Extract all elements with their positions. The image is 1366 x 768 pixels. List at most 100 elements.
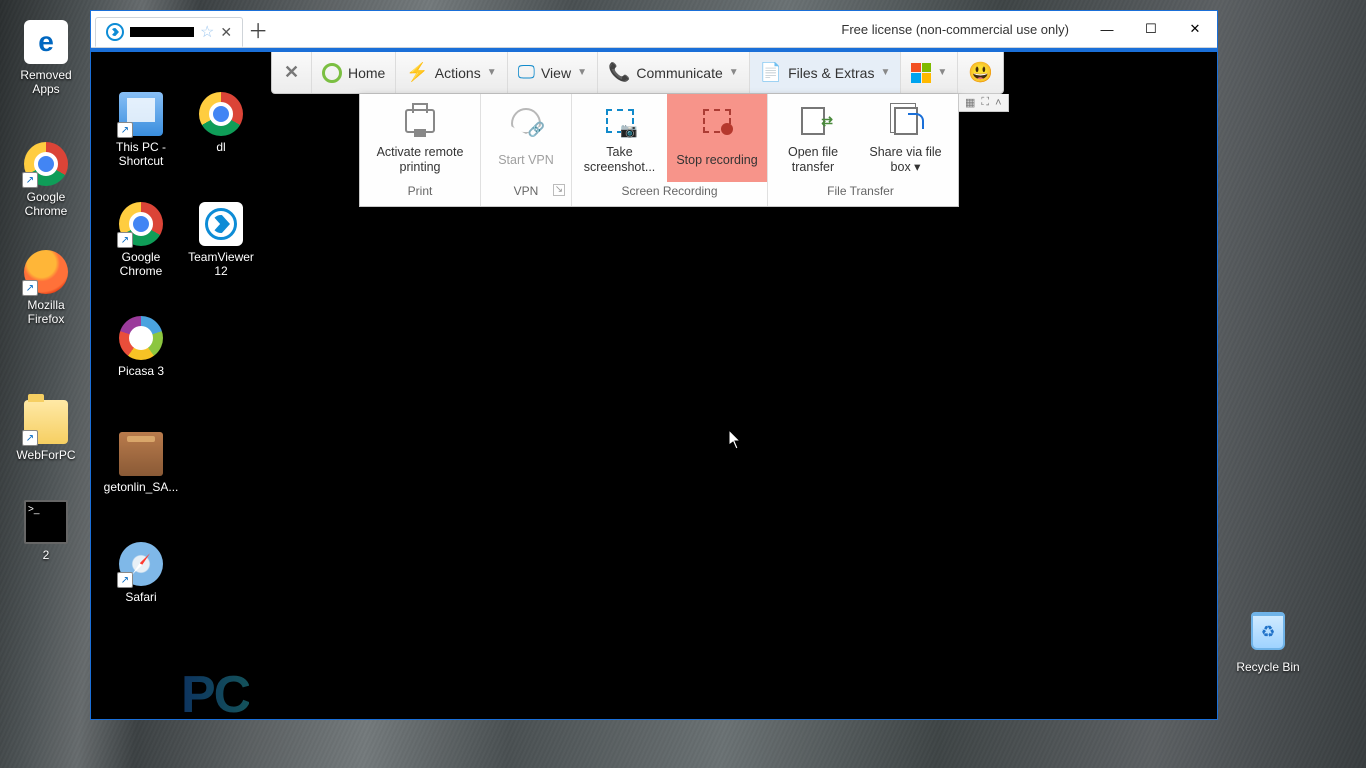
desktop-icon-firefox[interactable]: ↗ Mozilla Firefox xyxy=(8,250,84,326)
edge-icon: e xyxy=(24,20,68,64)
pin-icon[interactable]: ☆ xyxy=(200,22,214,42)
printer-icon xyxy=(405,109,435,133)
windows-icon xyxy=(911,63,931,83)
icon-label: Recycle Bin xyxy=(1230,660,1306,674)
remote-icon-this-pc[interactable]: ↗ This PC - Shortcut xyxy=(101,92,181,168)
remote-icon-getonlin[interactable]: getonlin_SA... xyxy=(101,432,181,494)
remote-icon-safari[interactable]: ↗ Safari xyxy=(101,542,181,604)
phone-icon: 📞 xyxy=(608,62,630,83)
teamviewer-window: ☆ ✕ ＋ Free license (non-commercial use o… xyxy=(90,10,1218,720)
toolbar-label: View xyxy=(541,65,571,81)
view-mode-strip[interactable]: ▦ ⛶ ˄ xyxy=(959,94,1009,112)
new-tab-button[interactable]: ＋ xyxy=(243,15,273,44)
shortcut-arrow-icon: ↗ xyxy=(117,122,133,138)
toolbar-files-extras-menu[interactable]: 📄 Files & Extras ▼ xyxy=(750,52,902,93)
icon-label: Removed Apps xyxy=(8,68,84,96)
remote-screen[interactable]: ↗ This PC - Shortcut dl ↗ Google Chrome … xyxy=(91,48,1217,719)
record-icon xyxy=(703,109,731,133)
chrome-icon: ↗ xyxy=(119,202,163,246)
session-id-redacted xyxy=(130,27,194,37)
take-screenshot-button[interactable]: Take screenshot... xyxy=(572,94,667,182)
titlebar[interactable]: ☆ ✕ ＋ Free license (non-commercial use o… xyxy=(91,11,1217,47)
ribbon-item-label: Open file transfer xyxy=(772,144,854,176)
close-tab-icon[interactable]: ✕ xyxy=(220,24,232,41)
host-desktop: e Removed Apps ↗ Google Chrome ↗ Mozilla… xyxy=(0,0,1366,768)
ribbon-item-label: Share via file box ▾ xyxy=(862,144,949,176)
toolbar-label: Home xyxy=(348,65,385,81)
ribbon-group-file-transfer: Open file transfer Share via file box ▾ … xyxy=(768,94,953,206)
close-window-button[interactable]: ✕ xyxy=(1173,14,1217,44)
ribbon-item-label: Take screenshot... xyxy=(576,144,663,176)
desktop-icon-chrome[interactable]: ↗ Google Chrome xyxy=(8,142,84,218)
remote-icon-dl[interactable]: dl xyxy=(181,92,261,154)
ribbon-group-vpn: Start VPN VPN ↘ xyxy=(481,94,572,206)
session-toolbar: ✕ Home ⚡ Actions ▼ 🖵 View ▼ 📞 Comm xyxy=(271,52,1004,94)
chrome-icon xyxy=(199,92,243,136)
toolbar-home-button[interactable]: Home xyxy=(312,52,396,93)
chevron-down-icon: ▼ xyxy=(577,67,587,78)
minimize-button[interactable]: — xyxy=(1085,14,1129,44)
ribbon-group-title: File Transfer xyxy=(768,182,953,202)
chevron-down-icon: ▼ xyxy=(937,67,947,78)
icon-label: Mozilla Firefox xyxy=(8,298,84,326)
smiley-icon: 😃 xyxy=(968,60,993,85)
dialog-launcher-icon[interactable]: ↘ xyxy=(553,184,565,196)
folder-icon: ↗ xyxy=(24,400,68,444)
session-tab[interactable]: ☆ ✕ xyxy=(95,17,243,47)
teamviewer-icon xyxy=(199,202,243,246)
toolbar-close-button[interactable]: ✕ xyxy=(272,52,312,93)
icon-label: This PC - Shortcut xyxy=(101,140,181,168)
grid-view-icon[interactable]: ▦ xyxy=(965,96,975,109)
files-icon: 📄 xyxy=(760,62,782,83)
shortcut-arrow-icon: ↗ xyxy=(22,172,38,188)
icon-label: TeamViewer 12 xyxy=(181,250,261,278)
license-text: Free license (non-commercial use only) xyxy=(841,22,1085,37)
icon-label: Safari xyxy=(101,590,181,604)
bolt-icon: ⚡ xyxy=(406,62,428,83)
maximize-button[interactable]: ☐ xyxy=(1129,14,1173,44)
toolbar-feedback-button[interactable]: 😃 xyxy=(958,52,1003,93)
ribbon-item-label: Activate remote printing xyxy=(364,144,476,176)
toolbar-view-menu[interactable]: 🖵 View ▼ xyxy=(508,52,598,93)
open-file-transfer-button[interactable]: Open file transfer xyxy=(768,94,858,182)
toolbar-actions-menu[interactable]: ⚡ Actions ▼ xyxy=(396,52,507,93)
fullscreen-icon[interactable]: ⛶ xyxy=(981,96,989,109)
activate-remote-printing-button[interactable]: Activate remote printing xyxy=(360,94,480,182)
vpn-shield-icon xyxy=(511,108,541,134)
ribbon-group-title: VPN xyxy=(514,184,539,198)
share-via-filebox-button[interactable]: Share via file box ▾ xyxy=(858,94,953,182)
recycle-bin-icon xyxy=(1246,612,1290,656)
ribbon-item-label: Stop recording xyxy=(671,144,763,176)
desktop-icon-webforpc[interactable]: ↗ WebForPC xyxy=(8,400,84,462)
safari-icon: ↗ xyxy=(119,542,163,586)
stop-recording-button[interactable]: Stop recording xyxy=(667,94,767,182)
picasa-icon xyxy=(119,316,163,360)
remote-icon-teamviewer[interactable]: TeamViewer 12 xyxy=(181,202,261,278)
toolbar-communicate-menu[interactable]: 📞 Communicate ▼ xyxy=(598,52,750,93)
terminal-icon: >_ xyxy=(24,500,68,544)
icon-label: WebForPC xyxy=(8,448,84,462)
desktop-icon-terminal-2[interactable]: >_ 2 xyxy=(8,500,84,562)
file-transfer-icon xyxy=(801,107,825,135)
desktop-icon-recycle-bin[interactable]: Recycle Bin xyxy=(1230,608,1306,674)
shortcut-arrow-icon: ↗ xyxy=(22,430,38,446)
remote-icon-chrome[interactable]: ↗ Google Chrome xyxy=(101,202,181,278)
firefox-icon: ↗ xyxy=(24,250,68,294)
winrar-icon xyxy=(119,432,163,476)
icon-label: 2 xyxy=(8,548,84,562)
ribbon-item-label: Start VPN xyxy=(485,144,567,176)
close-icon: ✕ xyxy=(284,62,299,83)
remote-icon-picasa[interactable]: Picasa 3 xyxy=(101,316,181,378)
shortcut-arrow-icon: ↗ xyxy=(117,572,133,588)
chevron-down-icon: ▼ xyxy=(729,67,739,78)
toolbar-remote-winkey-menu[interactable]: ▼ xyxy=(901,52,958,93)
icon-label: Google Chrome xyxy=(8,190,84,218)
monitor-icon: 🖵 xyxy=(518,62,535,83)
shortcut-arrow-icon: ↗ xyxy=(117,232,133,248)
share-icon xyxy=(894,107,918,135)
collapse-icon[interactable]: ˄ xyxy=(995,97,1001,109)
home-icon xyxy=(322,63,342,83)
toolbar-label: Communicate xyxy=(636,65,722,81)
desktop-icon-removed-apps[interactable]: e Removed Apps xyxy=(8,20,84,96)
chrome-icon: ↗ xyxy=(24,142,68,186)
